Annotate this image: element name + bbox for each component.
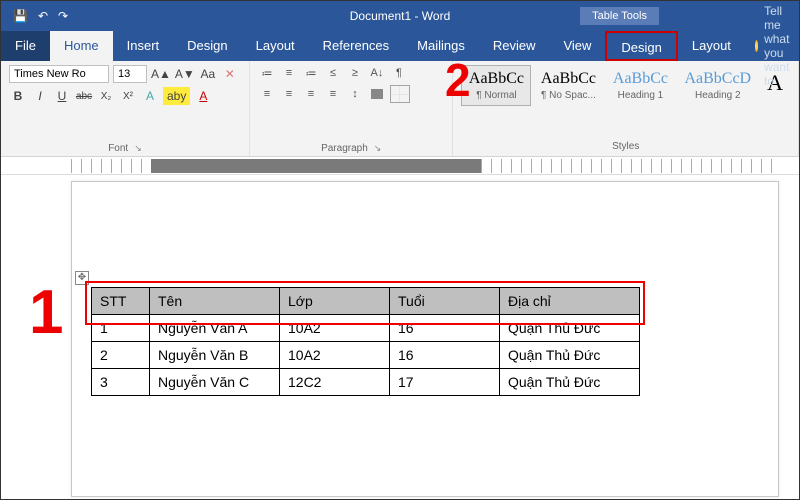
- ruler[interactable]: [1, 157, 799, 175]
- style-heading2[interactable]: AaBbCcD Heading 2: [677, 65, 758, 106]
- bulb-icon: [755, 40, 758, 52]
- tab-file[interactable]: File: [1, 31, 50, 61]
- sort-icon[interactable]: A↓: [368, 65, 386, 81]
- table-row[interactable]: 2Nguyễn Văn B10A216Quận Thủ Đức: [92, 342, 640, 369]
- clear-formatting-icon[interactable]: ✕: [221, 65, 239, 83]
- style-no-spacing[interactable]: AaBbCc ¶ No Spac...: [533, 65, 603, 106]
- quick-access-toolbar: 💾 ↶ ↷: [1, 9, 80, 23]
- table-header[interactable]: Tên: [150, 288, 280, 315]
- highlight-icon[interactable]: aby: [163, 87, 190, 105]
- paragraph-dialog-launcher[interactable]: ↘: [374, 143, 382, 153]
- undo-icon[interactable]: ↶: [38, 9, 48, 23]
- numbering-icon[interactable]: ≡: [280, 65, 298, 81]
- contextual-tools-label: Table Tools: [580, 7, 659, 25]
- tab-home[interactable]: Home: [50, 31, 113, 61]
- title-bar: 💾 ↶ ↷ Document1 - Word Table Tools: [1, 1, 799, 31]
- ribbon-tabs: File Home Insert Design Layout Reference…: [1, 31, 799, 61]
- change-case-icon[interactable]: Aa: [199, 65, 217, 83]
- underline-button[interactable]: U: [53, 87, 71, 105]
- table-move-handle-icon[interactable]: ✥: [75, 271, 89, 285]
- style-heading1[interactable]: AaBbCc Heading 1: [605, 65, 675, 106]
- group-styles: AaBbCc ¶ Normal AaBbCc ¶ No Spac... AaBb…: [453, 61, 799, 156]
- annotation-marker-2: 2: [445, 53, 471, 107]
- table-header[interactable]: Tuổi: [390, 288, 500, 315]
- italic-button[interactable]: I: [31, 87, 49, 105]
- shrink-font-icon[interactable]: A▼: [175, 65, 195, 83]
- superscript-button[interactable]: X²: [119, 87, 137, 105]
- tell-me[interactable]: Tell me what you want to: [745, 31, 800, 61]
- table-row[interactable]: 1Nguyễn Văn A10A216Quận Thủ Đức: [92, 315, 640, 342]
- align-right-icon[interactable]: ≡: [302, 86, 320, 102]
- multilevel-icon[interactable]: ≔: [302, 65, 320, 81]
- indent-icon[interactable]: ≥: [346, 65, 364, 81]
- grow-font-icon[interactable]: A▲: [151, 65, 171, 83]
- pilcrow-icon[interactable]: ¶: [390, 65, 408, 81]
- align-center-icon[interactable]: ≡: [280, 86, 298, 102]
- borders-icon[interactable]: [390, 85, 410, 103]
- redo-icon[interactable]: ↷: [58, 9, 68, 23]
- table-header[interactable]: Địa chỉ: [500, 288, 640, 315]
- dedent-icon[interactable]: ≤: [324, 65, 342, 81]
- strike-button[interactable]: abc: [75, 87, 93, 105]
- group-paragraph: ≔ ≡ ≔ ≤ ≥ A↓ ¶ ≡ ≡ ≡ ≡ ↕ Paragraph ↘: [250, 61, 454, 156]
- bold-button[interactable]: B: [9, 87, 27, 105]
- line-spacing-icon[interactable]: ↕: [346, 86, 364, 102]
- ribbon: A▲ A▼ Aa ✕ B I U abc X₂ X² A aby A Font ↘…: [1, 61, 799, 157]
- text-effects-icon[interactable]: A: [141, 87, 159, 105]
- group-font-label: Font: [108, 143, 128, 154]
- tell-me-text: Tell me what you want to: [764, 4, 798, 88]
- window-title: Document1 - Word: [350, 9, 450, 23]
- table-header-row[interactable]: STT Tên Lớp Tuổi Địa chỉ: [92, 288, 640, 315]
- group-styles-label: Styles: [461, 139, 790, 152]
- style-gallery: AaBbCc ¶ Normal AaBbCc ¶ No Spac... AaBb…: [461, 65, 790, 106]
- tab-design[interactable]: Design: [173, 31, 241, 61]
- group-font: A▲ A▼ Aa ✕ B I U abc X₂ X² A aby A Font ↘: [1, 61, 250, 156]
- font-color-icon[interactable]: A: [194, 87, 212, 105]
- subscript-button[interactable]: X₂: [97, 87, 115, 105]
- table-header[interactable]: STT: [92, 288, 150, 315]
- style-normal[interactable]: AaBbCc ¶ Normal: [461, 65, 531, 106]
- data-table[interactable]: STT Tên Lớp Tuổi Địa chỉ 1Nguyễn Văn A10…: [91, 287, 640, 396]
- tab-review[interactable]: Review: [479, 31, 550, 61]
- annotation-marker-1: 1: [29, 277, 63, 348]
- align-justify-icon[interactable]: ≡: [324, 86, 342, 102]
- font-name-input[interactable]: [9, 65, 109, 83]
- bullets-icon[interactable]: ≔: [258, 65, 276, 81]
- save-icon[interactable]: 💾: [13, 9, 28, 23]
- group-paragraph-label: Paragraph: [321, 143, 368, 154]
- tab-table-layout[interactable]: Layout: [678, 31, 745, 61]
- tab-insert[interactable]: Insert: [113, 31, 174, 61]
- tab-layout[interactable]: Layout: [242, 31, 309, 61]
- table-container: ✥ STT Tên Lớp Tuổi Địa chỉ 1Nguyễn Văn A…: [91, 287, 640, 396]
- tab-references[interactable]: References: [309, 31, 403, 61]
- font-dialog-launcher[interactable]: ↘: [134, 143, 142, 153]
- shading-icon[interactable]: [368, 86, 386, 102]
- tab-view[interactable]: View: [549, 31, 605, 61]
- table-header[interactable]: Lớp: [280, 288, 390, 315]
- tab-table-design[interactable]: Design: [605, 31, 677, 61]
- font-size-input[interactable]: [113, 65, 147, 83]
- table-row[interactable]: 3Nguyễn Văn C12C217Quận Thủ Đức: [92, 369, 640, 396]
- align-left-icon[interactable]: ≡: [258, 86, 276, 102]
